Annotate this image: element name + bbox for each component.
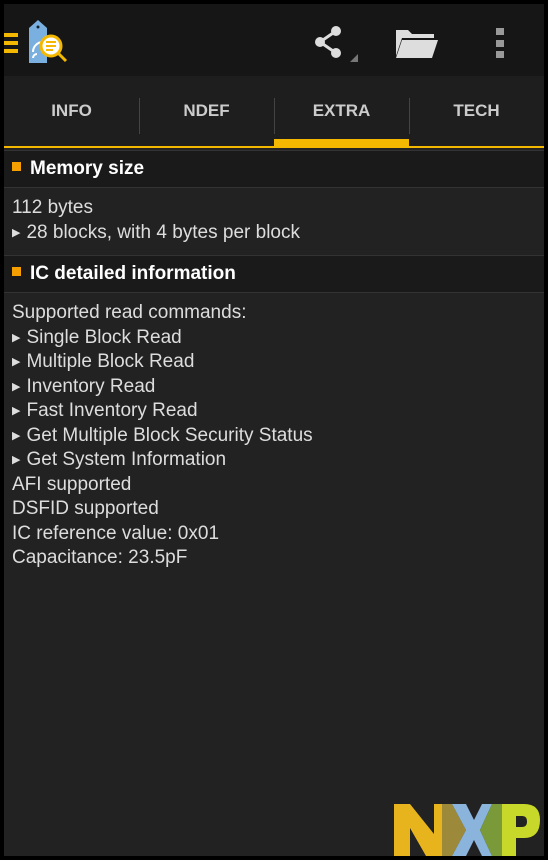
more-options-icon[interactable] [494, 26, 506, 60]
tab-bar: INFO NDEF EXTRA TECH [4, 76, 544, 148]
info-text: Supported read commands: [12, 302, 247, 323]
section-header: Memory size [4, 150, 544, 188]
info-line: ▶ Fast Inventory Read [12, 399, 536, 424]
info-text: Multiple Block Read [26, 351, 195, 372]
info-line: DSFID supported [12, 497, 536, 522]
section-body: 112 bytes ▶ 28 blocks, with 4 bytes per bl… [4, 188, 544, 255]
info-text: DSFID supported [12, 498, 159, 519]
tab-extra[interactable]: EXTRA [274, 76, 409, 148]
tab-tech[interactable]: TECH [409, 76, 544, 146]
info-line: ▶ Inventory Read [12, 375, 536, 400]
info-text: Get System Information [26, 449, 227, 470]
info-line: ▶ Single Block Read [12, 326, 536, 351]
info-line: ▶ Get Multiple Block Security Status [12, 424, 536, 449]
info-line: 112 bytes [12, 196, 536, 221]
share-icon[interactable] [312, 24, 362, 68]
triangle-right-icon: ▶ [12, 331, 21, 344]
info-text: Single Block Read [26, 326, 182, 348]
info-text: Fast Inventory Read [26, 400, 198, 421]
info-line: AFI supported [12, 473, 536, 498]
app-screen: INFO NDEF EXTRA TECH Memory size 112 bytes ▶ 2… [4, 4, 544, 856]
info-line: IC reference value: 0x01 [12, 522, 536, 547]
menu-icon[interactable] [4, 30, 20, 54]
app-bar [4, 4, 544, 76]
info-text: 28 blocks, with 4 bytes per block [26, 221, 300, 243]
triangle-right-icon: ▶ [12, 380, 21, 393]
app-logo-icon[interactable] [24, 18, 72, 66]
section-title: Memory size [30, 158, 145, 179]
info-text: Inventory Read [26, 375, 156, 397]
folder-icon[interactable] [394, 26, 440, 60]
section-title: IC detailed information [30, 263, 236, 284]
info-text: Capacitance: 23.5pF [12, 547, 188, 568]
info-text: IC reference value: 0x01 [12, 522, 220, 544]
bullet-square-icon [12, 266, 21, 276]
section-header: IC detailed information [4, 255, 544, 293]
info-line: Supported read commands: [12, 301, 536, 326]
tab-ndef[interactable]: NDEF [139, 76, 274, 146]
triangle-right-icon: ▶ [12, 429, 21, 442]
info-line: ▶ Get System Information [12, 448, 536, 473]
info-line: ▶ 28 blocks, with 4 bytes per block [12, 221, 536, 246]
info-text: 112 bytes [12, 197, 93, 218]
triangle-right-icon: ▶ [12, 405, 21, 417]
triangle-right-icon: ▶ [12, 454, 21, 466]
bullet-square-icon [12, 161, 21, 171]
content-area: Memory size 112 bytes ▶ 28 blocks, with 4 b… [4, 150, 544, 581]
tab-info[interactable]: INFO [4, 76, 139, 146]
info-line: Capacitance: 23.5pF [12, 546, 536, 571]
section-body: Supported read commands: ▶ Single Block Re… [4, 293, 544, 581]
nxp-logo [394, 804, 540, 856]
info-line: ▶ Multiple Block Read [12, 350, 536, 375]
info-text: AFI supported [12, 473, 132, 495]
triangle-right-icon: ▶ [12, 226, 21, 239]
info-text: Get Multiple Block Security Status [26, 424, 313, 446]
triangle-right-icon: ▶ [12, 356, 21, 368]
